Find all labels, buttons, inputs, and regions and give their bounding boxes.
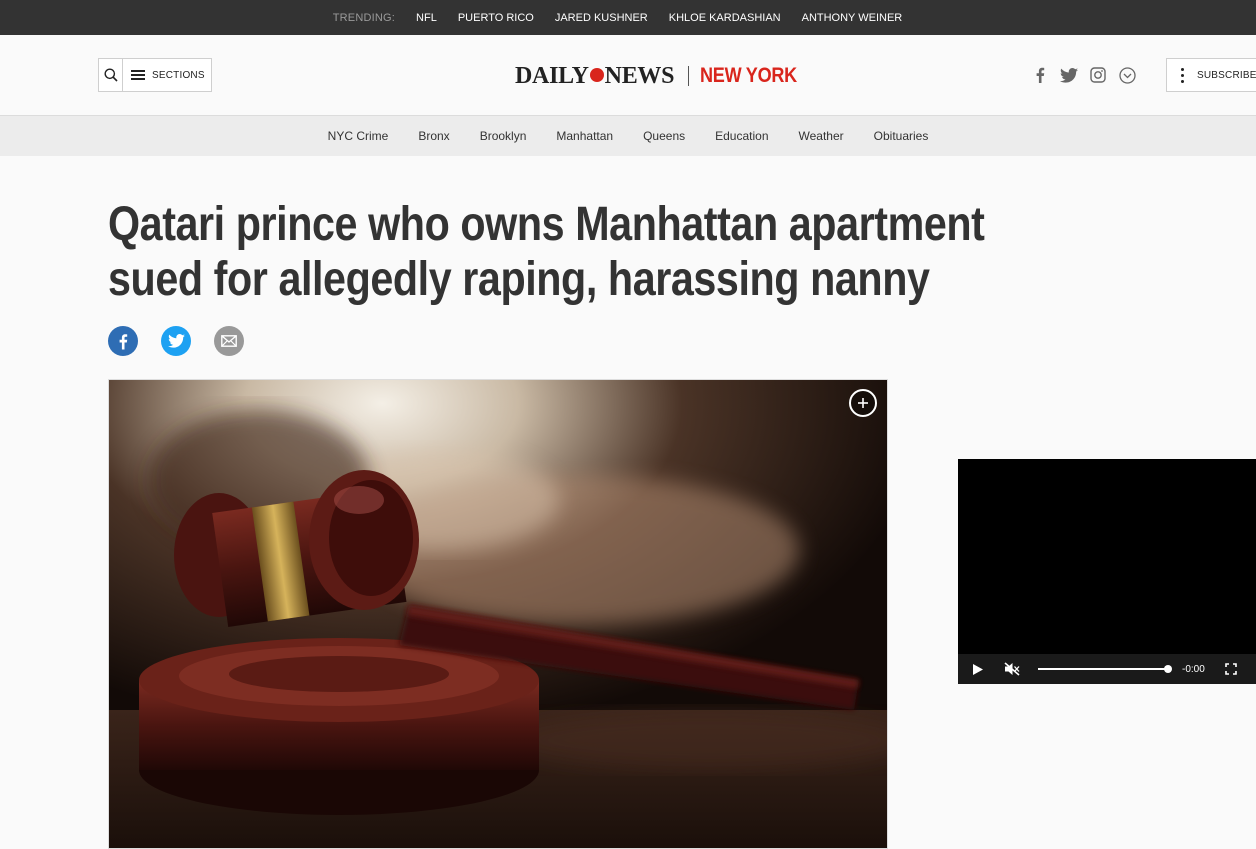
nav-item-weather[interactable]: Weather (799, 129, 844, 143)
subscribe-button[interactable]: SUBSCRIBE (1166, 58, 1256, 92)
fullscreen-icon (1224, 663, 1237, 675)
trending-link-jared-kushner[interactable]: JARED KUSHNER (555, 12, 648, 24)
logo-divider (688, 66, 690, 86)
facebook-icon (1036, 67, 1045, 83)
edition-label: NEW YORK (700, 64, 798, 87)
nav-item-obituaries[interactable]: Obituaries (874, 129, 929, 143)
nav-item-education[interactable]: Education (715, 129, 768, 143)
sections-button[interactable]: SECTIONS (123, 59, 211, 91)
logo-left-text: DAILY (515, 62, 589, 89)
header-facebook-link[interactable] (1030, 65, 1050, 85)
video-time: -0:00 (1182, 663, 1205, 675)
sections-label: SECTIONS (152, 69, 205, 81)
site-header: SECTIONS DAILY NEWS NEW YORK SUBSCRIBE (0, 35, 1256, 116)
plus-icon (858, 398, 868, 408)
site-logo[interactable]: DAILY NEWS NEW YORK (515, 61, 813, 91)
nav-item-manhattan[interactable]: Manhattan (556, 129, 613, 143)
header-instagram-link[interactable] (1088, 65, 1108, 85)
search-sections-group: SECTIONS (98, 58, 212, 92)
video-progress-handle[interactable] (1164, 665, 1172, 673)
facebook-icon (119, 333, 128, 349)
trending-label: TRENDING: (332, 11, 396, 24)
gavel-photo (109, 380, 887, 848)
trending-bar: TRENDING: NFL PUERTO RICO JARED KUSHNER … (0, 0, 1256, 35)
play-button[interactable] (973, 663, 987, 675)
search-button[interactable] (99, 59, 123, 91)
hamburger-icon (131, 70, 145, 80)
email-icon (221, 335, 237, 347)
nav-item-brooklyn[interactable]: Brooklyn (480, 129, 527, 143)
video-player[interactable]: -0:00 (958, 459, 1256, 684)
trending-link-anthony-weiner[interactable]: ANTHONY WEINER (802, 12, 903, 24)
kebab-icon (1181, 67, 1184, 83)
logo-right-text: NEWS (604, 62, 675, 89)
trending-link-nfl[interactable]: NFL (416, 12, 437, 24)
nav-item-nyc-crime[interactable]: NYC Crime (328, 129, 389, 143)
header-more-social-button[interactable] (1117, 65, 1137, 85)
twitter-icon (1060, 67, 1078, 83)
expand-image-button[interactable] (849, 389, 877, 417)
chevron-down-circle-icon (1118, 66, 1136, 84)
share-email-button[interactable] (214, 326, 244, 356)
daily-news-wordmark: DAILY NEWS (515, 63, 674, 90)
twitter-icon (167, 334, 185, 348)
video-controls: -0:00 (958, 654, 1256, 684)
subscribe-label: SUBSCRIBE (1197, 69, 1256, 81)
fullscreen-button[interactable] (1224, 663, 1237, 675)
header-social-links (1030, 65, 1137, 85)
share-buttons (108, 326, 244, 356)
logo-camera-icon (589, 68, 604, 82)
trending-link-khloe-kardashian[interactable]: KHLOE KARDASHIAN (669, 12, 781, 24)
share-facebook-button[interactable] (108, 326, 138, 356)
trending-link-puerto-rico[interactable]: PUERTO RICO (458, 12, 534, 24)
header-twitter-link[interactable] (1059, 65, 1079, 85)
muted-speaker-icon (1004, 662, 1020, 676)
share-twitter-button[interactable] (161, 326, 191, 356)
section-nav: NYC Crime Bronx Brooklyn Manhattan Queen… (0, 116, 1256, 156)
article-headline: Qatari prince who owns Manhattan apartme… (108, 198, 985, 306)
nav-item-bronx[interactable]: Bronx (418, 129, 449, 143)
nav-item-queens[interactable]: Queens (643, 129, 685, 143)
article-hero-image (108, 379, 888, 849)
mute-button[interactable] (1004, 662, 1022, 676)
search-icon (104, 68, 118, 82)
instagram-icon (1090, 67, 1106, 83)
video-progress-bar[interactable] (1038, 665, 1172, 673)
play-icon (973, 663, 983, 675)
